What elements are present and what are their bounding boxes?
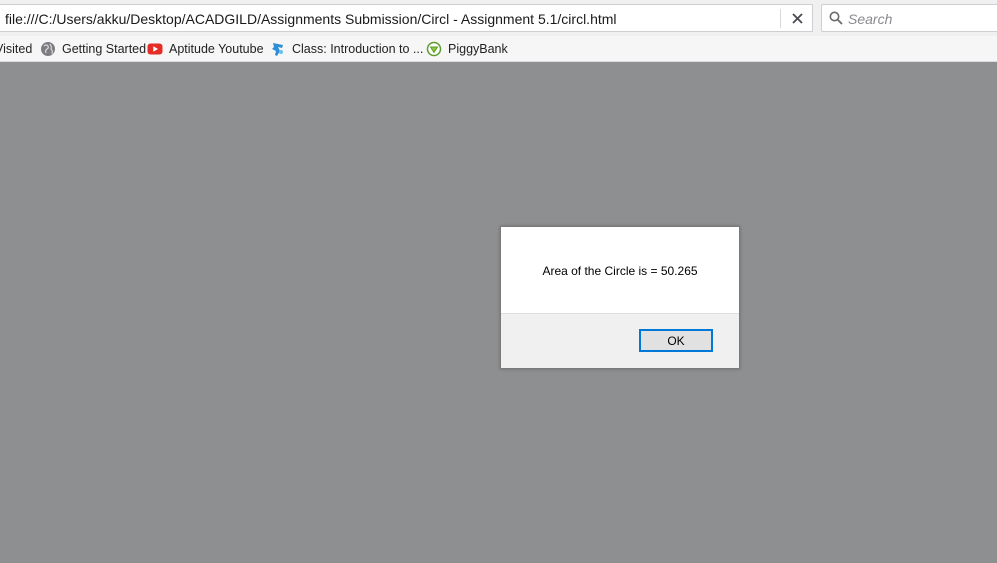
alert-dialog: Area of the Circle is = 50.265 OK [500, 226, 740, 369]
ok-button[interactable]: OK [639, 329, 713, 352]
bookmarks-toolbar: Visited Getting Started Aptitude Youtube… [0, 36, 997, 62]
bookmark-piggybank[interactable]: PiggyBank [426, 36, 508, 62]
alert-footer: OK [501, 313, 739, 368]
search-placeholder: Search [848, 11, 893, 27]
bookmark-label: Class: Introduction to ... [292, 42, 424, 56]
bookmark-class-introduction[interactable]: Class: Introduction to ... [270, 36, 423, 62]
globe-icon [41, 42, 55, 56]
alert-message: Area of the Circle is = 50.265 [542, 264, 698, 278]
class-icon [272, 43, 283, 56]
url-text[interactable]: file:///C:/Users/akku/Desktop/ACADGILD/A… [5, 11, 617, 27]
bookmark-getting-started[interactable]: Getting Started [40, 36, 146, 62]
search-bar[interactable]: Search [821, 4, 997, 32]
search-icon [829, 11, 843, 25]
piggybank-icon [426, 41, 442, 57]
bookmark-label: Aptitude Youtube [169, 42, 264, 56]
url-separator [780, 9, 781, 28]
bookmark-aptitude-youtube[interactable]: Aptitude Youtube [147, 36, 264, 62]
close-icon [791, 12, 803, 24]
browser-toolbar: file:///C:/Users/akku/Desktop/ACADGILD/A… [0, 0, 997, 36]
bookmark-label: Visited [0, 42, 33, 56]
youtube-icon [147, 43, 163, 55]
bookmark-most-visited[interactable]: Visited [0, 36, 32, 62]
bookmark-label: PiggyBank [448, 42, 508, 56]
bookmark-label: Getting Started [62, 42, 147, 56]
clear-url-button[interactable] [784, 8, 810, 28]
url-bar[interactable]: file:///C:/Users/akku/Desktop/ACADGILD/A… [0, 4, 813, 32]
